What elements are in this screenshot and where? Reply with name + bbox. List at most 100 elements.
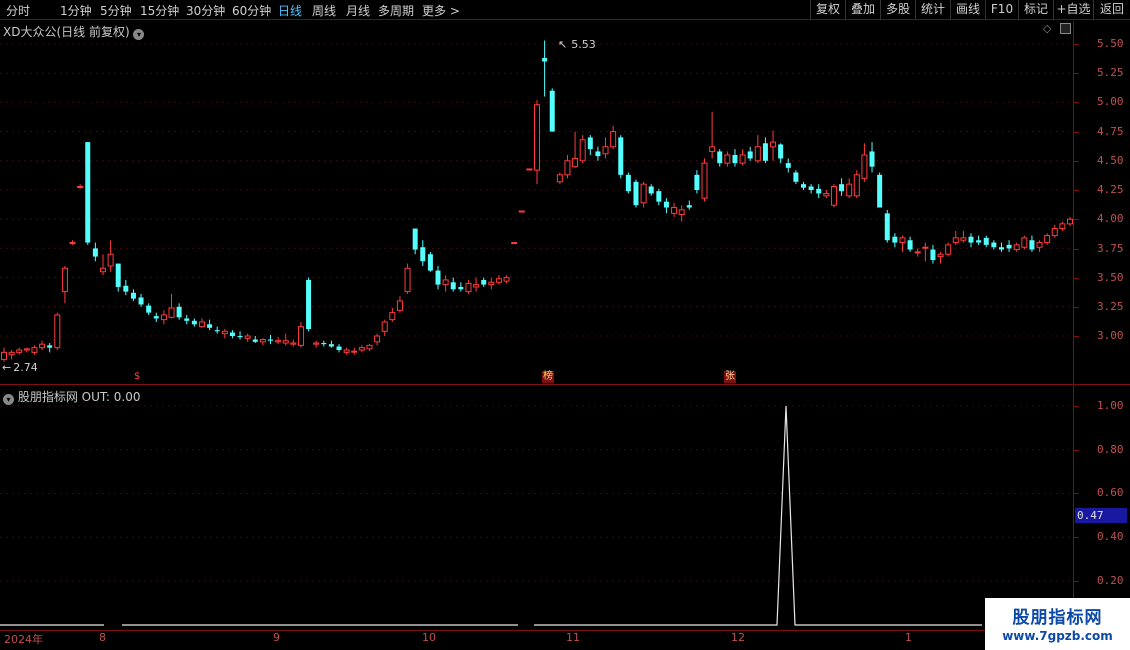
- candle: [297, 321, 304, 348]
- candle-body: [793, 172, 799, 182]
- period-weekly[interactable]: 周线: [312, 2, 336, 19]
- candle: [671, 202, 678, 217]
- candle-body: [633, 181, 639, 206]
- overlay-button[interactable]: 叠加: [845, 0, 880, 20]
- candle: [937, 251, 944, 264]
- candle: [229, 330, 235, 339]
- candle-body: [442, 279, 449, 286]
- candle: [1021, 235, 1028, 250]
- period-toolbar: 分时 1分钟 5分钟 15分钟 30分钟 60分钟 日线 周线 月线 多周期 更…: [0, 0, 1130, 20]
- candle-body: [899, 237, 906, 244]
- candle: [1067, 216, 1073, 227]
- candle: [907, 236, 913, 252]
- candle-body: [412, 228, 418, 250]
- mark-button[interactable]: 标记: [1018, 0, 1053, 20]
- candle: [747, 146, 753, 161]
- candle: [945, 242, 952, 257]
- candle: [633, 179, 639, 208]
- period-60min[interactable]: 60分钟: [232, 2, 271, 19]
- add-favorite-button[interactable]: +自选: [1053, 0, 1093, 20]
- candle: [694, 170, 700, 194]
- candle: [214, 326, 220, 334]
- y-label: 0.40: [1097, 530, 1124, 543]
- period-1min[interactable]: 1分钟: [60, 2, 92, 19]
- adjust-button[interactable]: 复权: [810, 0, 845, 20]
- candle-body: [396, 300, 403, 311]
- candle-body: [115, 263, 121, 287]
- candle: [458, 282, 464, 292]
- candlestick-chart[interactable]: [0, 20, 1073, 385]
- candle: [336, 344, 342, 353]
- candle: [892, 233, 898, 248]
- candle: [92, 242, 98, 262]
- candle-body: [968, 236, 974, 243]
- candle: [465, 279, 472, 294]
- candle-body: [1051, 228, 1058, 237]
- y-label: 3.00: [1097, 329, 1124, 342]
- period-multi[interactable]: 多周期: [378, 2, 414, 19]
- candle-body: [92, 248, 98, 257]
- candle: [473, 277, 480, 292]
- candle-body: [77, 185, 84, 188]
- draw-line-button[interactable]: 画线: [950, 0, 985, 20]
- candle-body: [465, 282, 472, 293]
- candle: [23, 347, 30, 353]
- candle-body: [998, 247, 1004, 250]
- statistics-button[interactable]: 统计: [915, 0, 950, 20]
- candle: [922, 242, 929, 262]
- candle-body: [808, 186, 814, 190]
- candle-body: [16, 349, 23, 353]
- candle: [420, 240, 426, 266]
- candle-body: [321, 343, 327, 345]
- candle-body: [960, 237, 967, 241]
- period-15min[interactable]: 15分钟: [140, 2, 179, 19]
- marker-rank[interactable]: 榜: [542, 371, 554, 383]
- date-label: 8: [99, 631, 106, 644]
- candle-body: [69, 242, 76, 245]
- indicator-chart[interactable]: [0, 385, 1073, 630]
- candle: [1029, 235, 1035, 252]
- candle: [503, 275, 510, 284]
- candle-body: [229, 332, 235, 336]
- candle: [54, 312, 61, 351]
- candle: [366, 344, 373, 352]
- candle-body: [198, 321, 205, 328]
- candle: [618, 135, 624, 179]
- marker-dollar[interactable]: $: [133, 371, 141, 383]
- candle-body: [671, 207, 678, 214]
- current-value-badge: 0.47: [1075, 508, 1127, 523]
- candle: [313, 340, 320, 348]
- candle-body: [1, 351, 7, 360]
- candle: [61, 265, 68, 304]
- period-daily[interactable]: 日线: [278, 2, 302, 19]
- period-5min[interactable]: 5分钟: [100, 2, 132, 19]
- candle: [542, 40, 548, 97]
- candle: [252, 336, 258, 344]
- candle: [968, 233, 974, 248]
- candle: [381, 319, 388, 336]
- candle-body: [123, 285, 129, 292]
- period-fenshi[interactable]: 分时: [6, 2, 30, 19]
- candle-body: [435, 270, 441, 285]
- candle-body: [907, 240, 913, 250]
- candle: [930, 244, 936, 264]
- period-more[interactable]: 更多 >: [422, 2, 460, 19]
- y-label: 4.50: [1097, 154, 1124, 167]
- candle: [8, 350, 15, 360]
- candle-body: [853, 174, 860, 197]
- candle-body: [47, 345, 53, 348]
- period-30min[interactable]: 30分钟: [186, 2, 225, 19]
- candle-body: [237, 336, 243, 338]
- candle-body: [595, 151, 601, 157]
- back-button[interactable]: 返回: [1093, 0, 1130, 20]
- marker-limit-up[interactable]: 张: [724, 371, 736, 383]
- period-monthly[interactable]: 月线: [346, 2, 370, 19]
- candle: [396, 296, 403, 313]
- candle: [138, 293, 144, 307]
- candle-body: [146, 305, 152, 313]
- candle-body: [107, 253, 114, 267]
- candle-body: [861, 154, 868, 179]
- f10-button[interactable]: F10: [985, 0, 1018, 20]
- candle-body: [1036, 242, 1043, 248]
- multi-stock-button[interactable]: 多股: [880, 0, 915, 20]
